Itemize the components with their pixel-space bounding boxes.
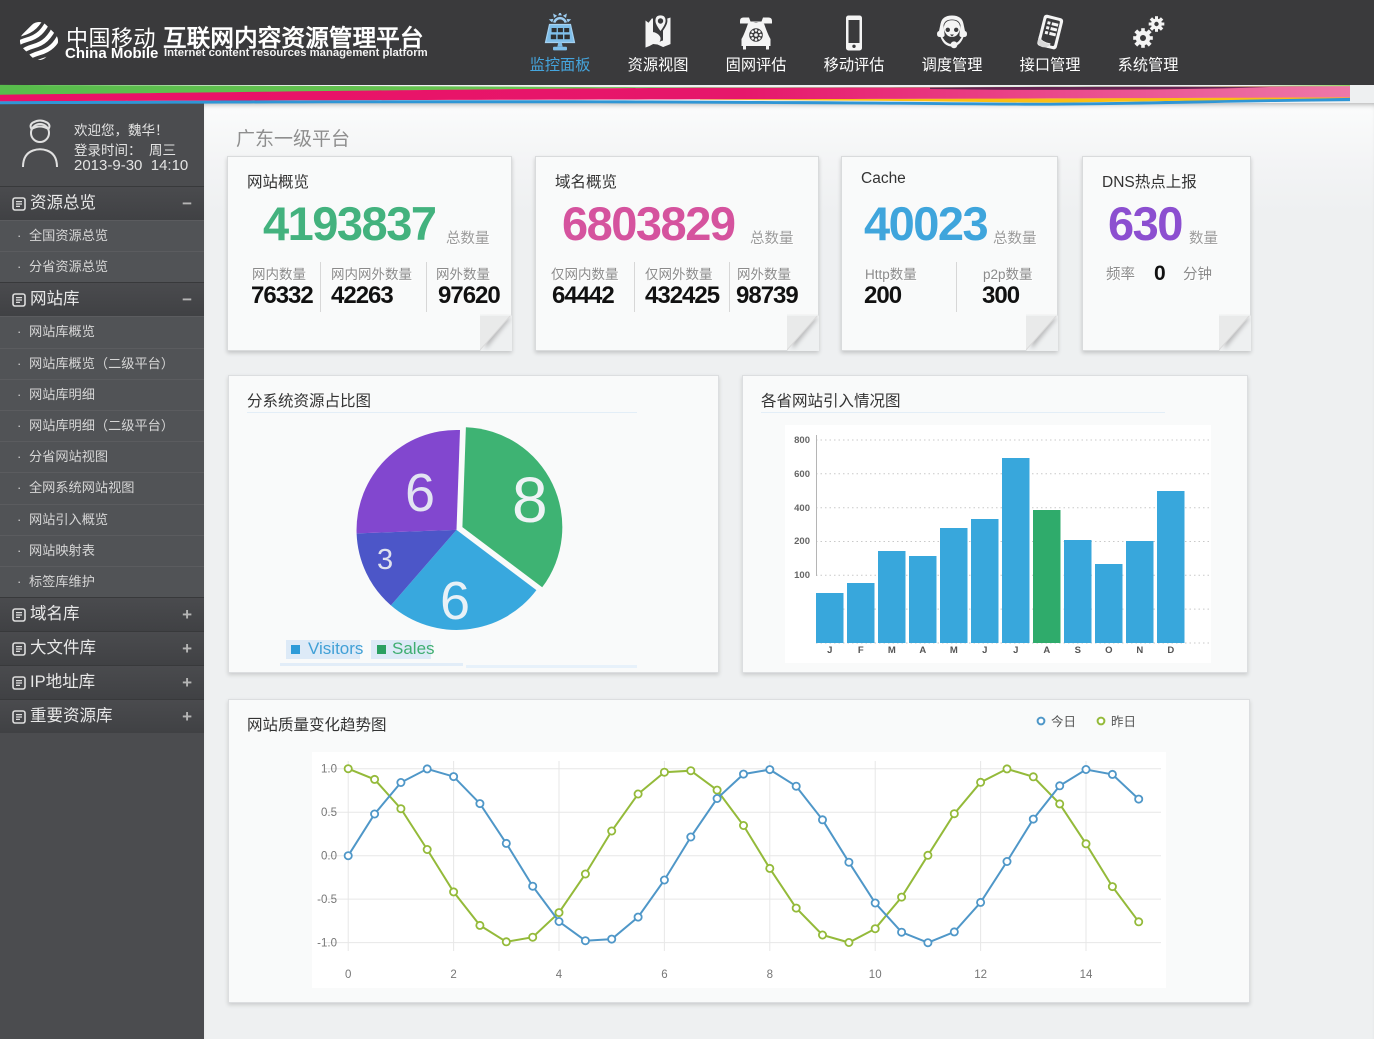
svg-text:N: N	[1136, 645, 1143, 656]
svg-text:14: 14	[1080, 969, 1093, 981]
svg-text:昨日: 昨日	[1111, 715, 1136, 729]
svg-text:600: 600	[794, 469, 810, 480]
svg-text:A: A	[919, 645, 926, 656]
svg-text:8: 8	[512, 464, 548, 536]
svg-text:1.0: 1.0	[321, 764, 337, 776]
svg-text:6: 6	[661, 969, 667, 981]
svg-text:12: 12	[974, 969, 987, 981]
svg-text:J: J	[827, 645, 832, 656]
svg-text:0.5: 0.5	[321, 807, 337, 819]
svg-text:-0.5: -0.5	[317, 894, 337, 906]
svg-text:0: 0	[345, 969, 351, 981]
svg-text:800: 800	[794, 435, 810, 446]
svg-text:F: F	[858, 645, 864, 656]
svg-text:0.0: 0.0	[321, 851, 337, 863]
svg-text:M: M	[950, 645, 958, 656]
svg-text:今日: 今日	[1051, 714, 1076, 729]
svg-text:100: 100	[794, 570, 810, 581]
svg-text:3: 3	[377, 544, 393, 576]
svg-text:8: 8	[767, 969, 773, 981]
svg-text:-1.0: -1.0	[317, 938, 337, 950]
svg-text:200: 200	[794, 536, 810, 547]
svg-text:A: A	[1043, 645, 1050, 656]
svg-text:O: O	[1105, 645, 1112, 656]
svg-text:S: S	[1075, 645, 1081, 656]
svg-text:J: J	[982, 645, 987, 656]
svg-text:D: D	[1167, 645, 1174, 656]
svg-text:6: 6	[440, 571, 470, 631]
svg-text:2: 2	[450, 969, 456, 981]
svg-text:4: 4	[556, 969, 563, 981]
svg-text:10: 10	[869, 969, 882, 981]
svg-text:400: 400	[794, 503, 810, 514]
svg-text:M: M	[888, 645, 896, 656]
svg-text:6: 6	[405, 463, 435, 523]
svg-text:J: J	[1013, 645, 1018, 656]
